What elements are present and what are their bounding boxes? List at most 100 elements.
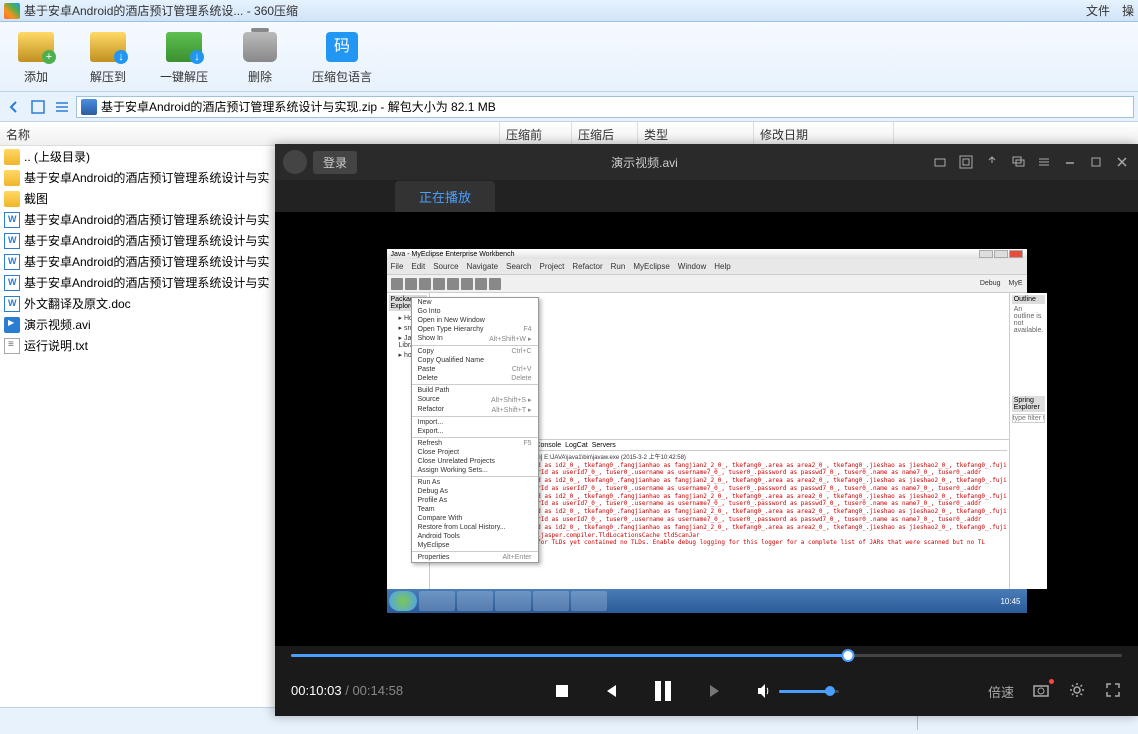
progress-bar[interactable]: [275, 646, 1138, 666]
doc-icon: [4, 254, 20, 270]
compact-icon[interactable]: [958, 154, 974, 170]
extract-to-button[interactable]: 解压到: [82, 26, 134, 87]
context-menu-item: Assign Working Sets...: [412, 466, 538, 475]
one-click-extract-button[interactable]: 一键解压: [154, 26, 214, 87]
context-menu-item: Close Project: [412, 448, 538, 457]
context-menu-item: Team: [412, 505, 538, 514]
address-bar: 基于安卓Android的酒店预订管理系统设计与实现.zip - 解包大小为 82…: [0, 92, 1138, 122]
context-menu-item: SourceAlt+Shift+S ▸: [412, 395, 538, 405]
context-menu-item: PropertiesAlt+Enter: [412, 553, 538, 562]
context-menu-item: RefactorAlt+Shift+T ▸: [412, 405, 538, 415]
context-menu-item: MyEclipse: [412, 541, 538, 550]
one-click-icon: [166, 32, 202, 62]
txt-icon: [4, 338, 20, 354]
file-name: 运行说明.txt: [24, 337, 88, 354]
doc-icon: [4, 233, 20, 249]
context-menu-item: Copy Qualified Name: [412, 356, 538, 365]
volume-handle[interactable]: [825, 686, 835, 696]
login-button[interactable]: 登录: [313, 151, 357, 174]
add-button[interactable]: 添加: [10, 26, 62, 87]
video-titlebar: 登录 演示视频.avi: [275, 144, 1138, 180]
file-name: 基于安卓Android的酒店预订管理系统设计与实: [24, 169, 269, 186]
eclipse-titlebar: Java - MyEclipse Enterprise Workbench: [387, 249, 1027, 259]
main-toolbar: 添加 解压到 一键解压 删除 码 压缩包语言: [0, 22, 1138, 92]
file-name: 基于安卓Android的酒店预订管理系统设计与实: [24, 253, 269, 270]
menu-action[interactable]: 操: [1122, 2, 1134, 19]
language-icon: 码: [326, 32, 358, 62]
column-type[interactable]: 类型: [638, 122, 754, 145]
mini-mode-icon[interactable]: [932, 154, 948, 170]
tab-now-playing[interactable]: 正在播放: [395, 181, 495, 212]
screenshot-button[interactable]: [1032, 681, 1050, 702]
ontop-icon[interactable]: [1010, 154, 1026, 170]
close-icon[interactable]: [1114, 154, 1130, 170]
context-menu-item: Run As: [412, 478, 538, 487]
settings-button[interactable]: [1068, 681, 1086, 702]
video-content[interactable]: Java - MyEclipse Enterprise Workbench Fi…: [275, 212, 1138, 646]
folder-icon: [4, 191, 20, 207]
maximize-icon[interactable]: [1088, 154, 1104, 170]
view-icon-button[interactable]: [28, 97, 48, 117]
avi-icon: [4, 317, 20, 333]
filter-input: [1012, 414, 1046, 423]
context-menu-item: Compare With: [412, 514, 538, 523]
fullscreen-button[interactable]: [1104, 681, 1122, 702]
next-button[interactable]: [707, 682, 725, 700]
column-modified[interactable]: 修改日期: [754, 122, 894, 145]
add-icon: [18, 32, 54, 62]
context-menu-item: Import...: [412, 418, 538, 427]
menu-bars-icon[interactable]: [1036, 154, 1052, 170]
progress-fill: [291, 654, 848, 657]
file-name: 基于安卓Android的酒店预订管理系统设计与实: [24, 274, 269, 291]
context-menu-item: RefreshF5: [412, 439, 538, 448]
view-list-button[interactable]: [52, 97, 72, 117]
video-frame: Java - MyEclipse Enterprise Workbench Fi…: [387, 249, 1027, 609]
volume-slider[interactable]: [779, 690, 839, 693]
minimize-icon[interactable]: [1062, 154, 1078, 170]
outline-panel: Outline An outline is not available. Spr…: [1009, 293, 1048, 589]
pin-icon[interactable]: [984, 154, 1000, 170]
context-menu-item: Restore from Local History...: [412, 523, 538, 532]
context-menu-item: Profile As: [412, 496, 538, 505]
columns-header: 名称 压缩前 压缩后 类型 修改日期: [0, 122, 1138, 146]
file-name: 演示视频.avi: [24, 316, 91, 333]
folder-icon: [4, 149, 20, 165]
prev-button[interactable]: [601, 682, 619, 700]
progress-handle[interactable]: [841, 649, 854, 662]
speed-button[interactable]: 倍速: [988, 682, 1014, 701]
menu-file[interactable]: 文件: [1086, 2, 1110, 19]
delete-button[interactable]: 删除: [234, 26, 286, 87]
doc-icon: [4, 296, 20, 312]
volume-button[interactable]: [755, 682, 773, 700]
play-pause-button[interactable]: [649, 677, 677, 705]
language-button[interactable]: 码 压缩包语言: [306, 26, 378, 87]
context-menu-item: Android Tools: [412, 532, 538, 541]
avatar-icon[interactable]: [283, 150, 307, 174]
file-name: 外文翻译及原文.doc: [24, 295, 131, 312]
window-titlebar: 基于安卓Android的酒店预订管理系统设... - 360压缩 文件 操: [0, 0, 1138, 22]
file-name: 截图: [24, 190, 48, 207]
folder-icon: [4, 170, 20, 186]
column-after[interactable]: 压缩后: [572, 122, 638, 145]
context-menu-item: Close Unrelated Projects: [412, 457, 538, 466]
column-before[interactable]: 压缩前: [500, 122, 572, 145]
eclipse-toolbar: Debug MyE: [387, 275, 1027, 293]
context-menu-item: Export...: [412, 427, 538, 436]
doc-icon: [4, 275, 20, 291]
back-button[interactable]: [4, 97, 24, 117]
path-input[interactable]: 基于安卓Android的酒店预订管理系统设计与实现.zip - 解包大小为 82…: [76, 96, 1134, 118]
zip-icon: [81, 99, 97, 115]
context-menu-item: Go Into: [412, 307, 538, 316]
column-name[interactable]: 名称: [0, 122, 500, 145]
context-menu-item: Build Path: [412, 386, 538, 395]
context-menu-item: PasteCtrl+V: [412, 365, 538, 374]
windows-taskbar: 10:45: [387, 589, 1027, 613]
video-player-window: 登录 演示视频.avi 正在播放 Java - MyEclipse Enterp…: [275, 144, 1138, 716]
start-button: [389, 591, 417, 611]
video-tabs: 正在播放: [275, 180, 1138, 212]
stop-button[interactable]: [553, 682, 571, 700]
file-name: 基于安卓Android的酒店预订管理系统设计与实: [24, 211, 269, 228]
video-controls: 00:10:03 / 00:14:58 倍速: [275, 646, 1138, 716]
file-name: 基于安卓Android的酒店预订管理系统设计与实: [24, 232, 269, 249]
context-menu-item: Debug As: [412, 487, 538, 496]
